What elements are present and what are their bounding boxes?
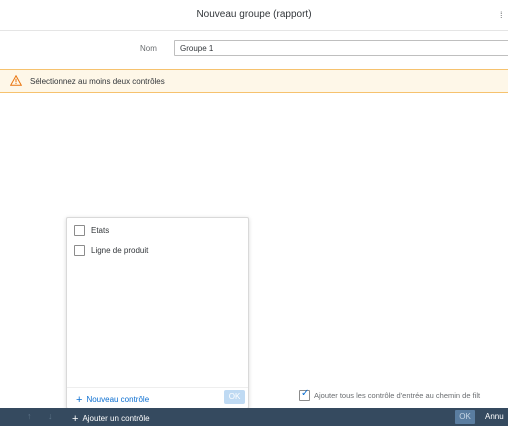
add-control-label: Ajouter un contrôle [82, 414, 150, 423]
plus-icon: + [76, 394, 83, 406]
add-to-path-checkbox[interactable]: ✓ [299, 388, 310, 401]
dialog-title: Nouveau groupe (rapport) [196, 9, 312, 20]
resize-grip-icon[interactable]: ⁞ [500, 10, 506, 20]
ok-button[interactable]: OK [455, 410, 475, 424]
checkbox-etats[interactable] [74, 225, 85, 236]
new-control-button[interactable]: + Nouveau contrôle [76, 393, 150, 406]
name-input[interactable]: Groupe 1 [174, 40, 508, 56]
popover-ok-button[interactable]: OK [224, 390, 245, 404]
dialog-header: Nouveau groupe (rapport) ⁞ [0, 0, 508, 31]
new-control-label: Nouveau contrôle [86, 395, 150, 404]
plus-icon: + [72, 413, 79, 425]
cancel-button[interactable]: Annu [485, 412, 504, 421]
warning-icon [10, 75, 22, 86]
warning-strip: Sélectionnez au moins deux contrôles [0, 69, 508, 93]
list-item-ligne-de-produit[interactable]: Ligne de produit [74, 244, 239, 258]
dialog-footer: ↑ ↓ + Ajouter un contrôle OK Annu [0, 408, 508, 426]
name-label: Nom [140, 44, 157, 53]
add-to-path-option[interactable]: ✓ Ajouter tous les contrôle d'entrée au … [299, 388, 508, 402]
list-item-label: Etats [91, 226, 110, 235]
move-up-icon[interactable]: ↑ [27, 411, 32, 421]
name-input-value: Groupe 1 [180, 44, 214, 53]
add-control-button[interactable]: + Ajouter un contrôle [72, 412, 150, 425]
add-to-path-label: Ajouter tous les contrôle d'entrée au ch… [314, 391, 481, 400]
check-icon: ✓ [301, 388, 310, 399]
checkbox-ligne-de-produit[interactable] [74, 245, 85, 256]
popover-footer: + Nouveau contrôle OK [67, 387, 248, 408]
move-down-icon[interactable]: ↓ [48, 411, 53, 421]
warning-text: Sélectionnez au moins deux contrôles [30, 77, 165, 86]
list-item-etats[interactable]: Etats [74, 224, 239, 238]
control-picker-popover: Etats Ligne de produit + Nouveau contrôle… [66, 217, 249, 409]
name-row: Nom Groupe 1 [0, 37, 508, 59]
list-item-label: Ligne de produit [91, 246, 149, 255]
